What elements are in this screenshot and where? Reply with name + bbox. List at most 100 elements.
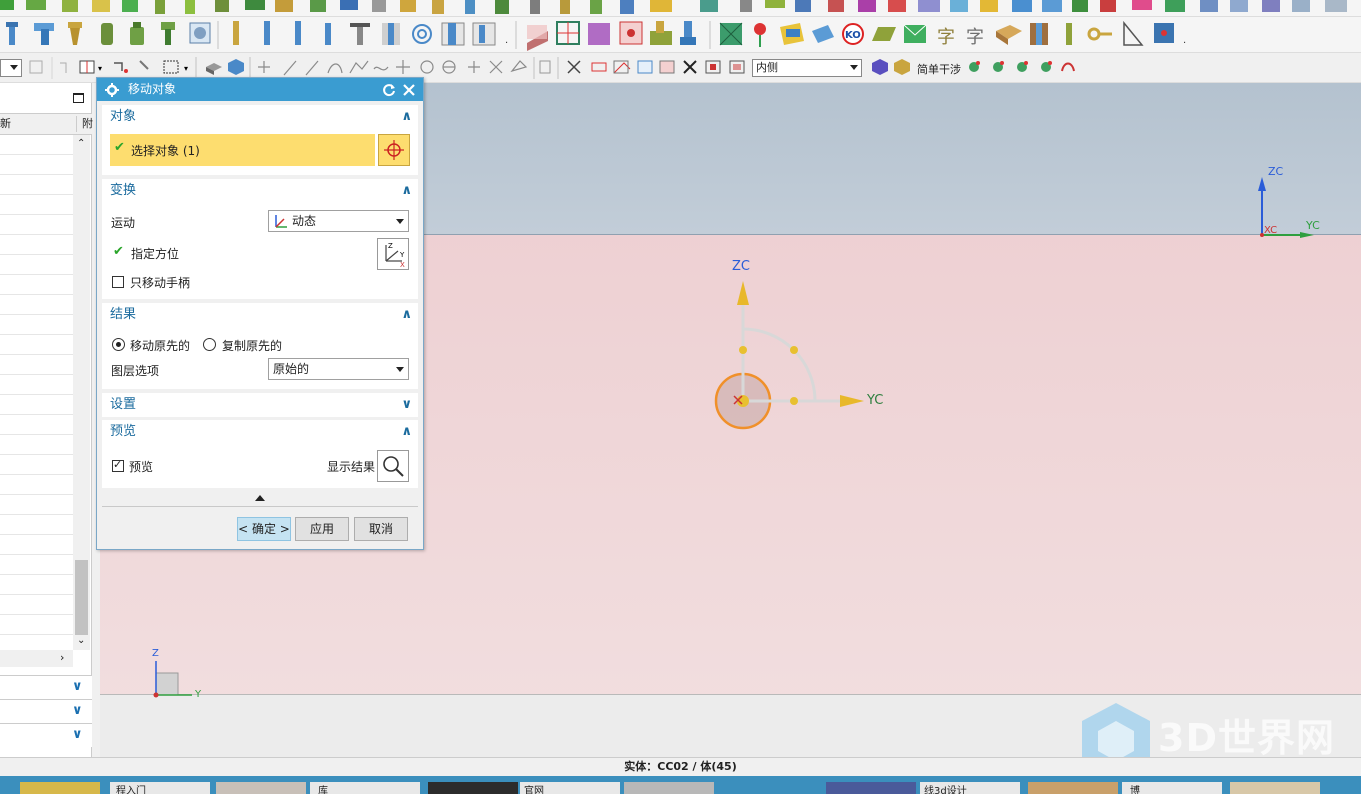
svg-text:Z: Z: [388, 242, 393, 250]
navigator-row[interactable]: [0, 395, 73, 415]
zc-scale-ball[interactable]: [739, 346, 747, 354]
navigator-row[interactable]: [0, 355, 73, 375]
navigator-row[interactable]: [0, 575, 73, 595]
navigator-row[interactable]: [0, 615, 73, 635]
thumb-image[interactable]: [20, 782, 100, 794]
navigator-row[interactable]: [0, 235, 73, 255]
thumb-caption[interactable]: 线3d设计: [920, 782, 1020, 794]
move-original-radio[interactable]: [112, 338, 125, 351]
navigator-row[interactable]: [0, 255, 73, 275]
navigator-row[interactable]: [0, 535, 73, 555]
gear-icon[interactable]: [105, 83, 119, 97]
navigator-row[interactable]: [0, 495, 73, 515]
thumb-image[interactable]: [428, 782, 518, 794]
navigator-row[interactable]: [0, 315, 73, 335]
svg-text:KO: KO: [845, 30, 861, 41]
scroll-right-icon[interactable]: ›: [60, 651, 64, 664]
navigator-vertical-scrollbar[interactable]: ⌃ ⌄: [73, 135, 90, 650]
layer-option-dropdown[interactable]: 原始的: [268, 358, 409, 380]
thumb-caption-text: 官网: [524, 786, 544, 794]
select-object-button[interactable]: [378, 134, 410, 166]
specify-orientation-button[interactable]: ZYX: [377, 238, 409, 270]
navigator-scroll-thumb[interactable]: [75, 560, 88, 635]
thumb-image[interactable]: [216, 782, 306, 794]
navigator-row[interactable]: [0, 195, 73, 215]
object-section-header[interactable]: 对象 ∧: [102, 105, 418, 129]
preview-section-header[interactable]: 预览 ∧: [102, 420, 418, 444]
navigator-panel-2[interactable]: ∨: [0, 699, 92, 723]
scroll-up-icon[interactable]: ⌃: [77, 138, 85, 149]
rotation-ball[interactable]: [790, 346, 798, 354]
thumb-caption-text: 程入门: [116, 786, 146, 794]
simple-interference-label[interactable]: 简单干涉: [917, 61, 961, 77]
result-section-title: 结果: [110, 307, 137, 322]
navigator-row[interactable]: [0, 295, 73, 315]
ok-button[interactable]: < 确定 >: [237, 517, 291, 541]
collapse-caret-icon[interactable]: ∧: [401, 179, 412, 203]
thumb-caption[interactable]: 官网: [520, 782, 620, 794]
collapse-caret-icon[interactable]: ∧: [401, 303, 412, 327]
toolbar-row-2-icons[interactable]: . KO 字 字 .: [0, 17, 1361, 53]
show-result-button[interactable]: [377, 450, 409, 482]
thumb-caption[interactable]: 博: [1122, 782, 1222, 794]
navigator-row[interactable]: [0, 415, 73, 435]
thumb-caption-text: 库: [318, 786, 328, 794]
toolbar-row-2: . KO 字 字 .: [0, 17, 1361, 53]
navigator-horizontal-scrollbar[interactable]: ›: [0, 650, 73, 667]
object-section-title: 对象: [110, 109, 137, 124]
navigator-row[interactable]: [0, 595, 73, 615]
close-icon[interactable]: [403, 84, 415, 96]
expand-chevron-icon[interactable]: ∨: [72, 727, 83, 742]
navigator-row[interactable]: [0, 475, 73, 495]
result-section-header[interactable]: 结果 ∧: [102, 303, 418, 327]
navigator-header[interactable]: 新 附: [0, 113, 93, 135]
navigator-panel-3[interactable]: ∨: [0, 723, 92, 747]
thumb-image[interactable]: [1028, 782, 1118, 794]
navigator-row[interactable]: [0, 435, 73, 455]
preview-checkbox[interactable]: ✓: [112, 458, 124, 472]
manipulator-zc-label: ZC: [732, 259, 750, 274]
thumb-image[interactable]: [1230, 782, 1320, 794]
copy-original-radio[interactable]: [203, 338, 216, 351]
navigator-maximize-icon[interactable]: [73, 93, 84, 103]
dialog-title-bar[interactable]: 移动对象: [97, 78, 423, 101]
yc-scale-ball[interactable]: [790, 397, 798, 405]
collapse-caret-icon[interactable]: ∧: [401, 420, 412, 444]
transform-section-header[interactable]: 变换 ∧: [102, 179, 418, 203]
expand-chevron-icon[interactable]: ∨: [72, 703, 83, 718]
move-handle-only-checkbox[interactable]: [112, 276, 124, 288]
expand-caret-icon[interactable]: ∨: [401, 393, 412, 417]
thumb-image[interactable]: [826, 782, 916, 794]
navigator-row[interactable]: [0, 135, 73, 155]
navigator-panel-1[interactable]: ∨: [0, 675, 92, 699]
navigator-row[interactable]: [0, 515, 73, 535]
navigator-row[interactable]: [0, 555, 73, 575]
scroll-down-icon[interactable]: ⌄: [77, 635, 85, 646]
apply-button[interactable]: 应用: [295, 517, 349, 541]
navigator-row[interactable]: [0, 215, 73, 235]
zc-arrow-handle[interactable]: [737, 281, 749, 305]
dialog-collapse-toggle[interactable]: [102, 490, 418, 504]
settings-section-header[interactable]: 设置 ∨: [102, 393, 418, 417]
toolbar-row-1: [0, 0, 1361, 17]
thumb-caption[interactable]: 程入门: [110, 782, 210, 794]
motion-dropdown[interactable]: 动态: [268, 210, 409, 232]
specify-orientation-label: 指定方位: [131, 247, 180, 261]
cancel-button[interactable]: 取消: [354, 517, 408, 541]
yc-arrow-handle[interactable]: [840, 395, 864, 407]
navigator-row[interactable]: [0, 455, 73, 475]
thumb-caption[interactable]: 库: [310, 782, 420, 794]
navigator-row[interactable]: [0, 155, 73, 175]
navigator-row[interactable]: [0, 175, 73, 195]
navigator-row[interactable]: [0, 375, 73, 395]
toolbar-row-1-icons[interactable]: [0, 0, 1361, 17]
navigator-row[interactable]: [0, 335, 73, 355]
face-side-dropdown[interactable]: 内侧: [752, 59, 862, 77]
navigator-column-left: 新: [0, 117, 11, 130]
select-object-row[interactable]: ✔ 选择对象 (1): [110, 134, 375, 166]
expand-chevron-icon[interactable]: ∨: [72, 679, 83, 694]
reset-icon[interactable]: [382, 83, 396, 97]
collapse-caret-icon[interactable]: ∧: [401, 105, 412, 129]
navigator-row[interactable]: [0, 275, 73, 295]
thumb-image[interactable]: [624, 782, 714, 794]
